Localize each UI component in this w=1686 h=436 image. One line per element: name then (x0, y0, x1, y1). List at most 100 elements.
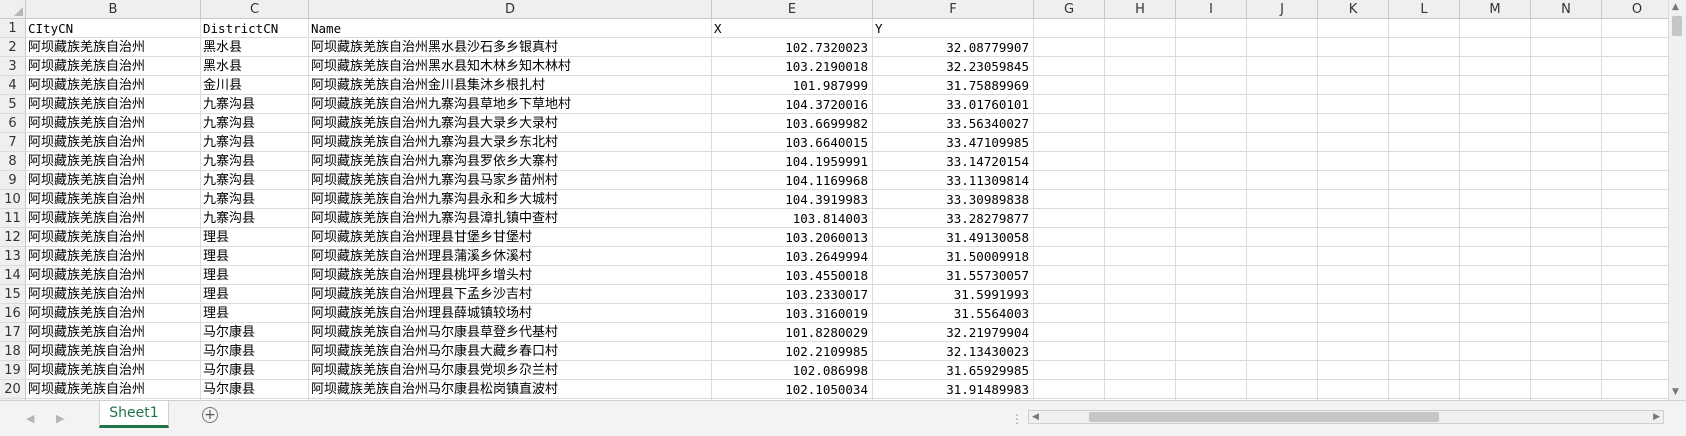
empty-cell[interactable] (1460, 171, 1531, 190)
empty-cell[interactable] (1318, 152, 1389, 171)
name-cell[interactable]: 阿坝藏族羌族自治州九寨沟县草地乡下草地村 (309, 95, 712, 114)
empty-cell[interactable] (1389, 19, 1460, 38)
empty-cell[interactable] (1318, 76, 1389, 95)
y-cell[interactable]: 31.55730057 (873, 266, 1034, 285)
empty-cell[interactable] (1602, 247, 1668, 266)
empty-cell[interactable] (1176, 304, 1247, 323)
row-header[interactable]: 5 (0, 95, 26, 114)
empty-cell[interactable] (1531, 133, 1602, 152)
row-header[interactable]: 10 (0, 190, 26, 209)
x-cell[interactable]: 102.086998 (712, 361, 873, 380)
empty-cell[interactable] (1389, 133, 1460, 152)
name-cell[interactable]: 阿坝藏族羌族自治州九寨沟县漳扎镇中查村 (309, 209, 712, 228)
empty-cell[interactable] (1318, 266, 1389, 285)
empty-cell[interactable] (1034, 266, 1105, 285)
name-cell[interactable]: 阿坝藏族羌族自治州理县甘堡乡甘堡村 (309, 228, 712, 247)
empty-cell[interactable] (1389, 209, 1460, 228)
x-cell[interactable]: 103.6640015 (712, 133, 873, 152)
district-cell[interactable]: 马尔康县 (201, 323, 309, 342)
x-cell[interactable]: 103.3160019 (712, 304, 873, 323)
empty-cell[interactable] (1034, 342, 1105, 361)
empty-cell[interactable] (1318, 57, 1389, 76)
y-cell[interactable]: 33.14720154 (873, 152, 1034, 171)
empty-cell[interactable] (1602, 228, 1668, 247)
empty-cell[interactable] (1531, 19, 1602, 38)
empty-cell[interactable] (1247, 19, 1318, 38)
empty-cell[interactable] (1602, 38, 1668, 57)
empty-cell[interactable] (1318, 209, 1389, 228)
scroll-right-icon[interactable]: ▶ (1653, 411, 1660, 423)
empty-cell[interactable] (1318, 133, 1389, 152)
empty-cell[interactable] (1602, 19, 1668, 38)
empty-cell[interactable] (1105, 380, 1176, 399)
x-cell[interactable]: 104.1959991 (712, 152, 873, 171)
city-cell[interactable]: 阿坝藏族羌族自治州 (26, 152, 201, 171)
empty-cell[interactable] (1318, 304, 1389, 323)
empty-cell[interactable] (1176, 285, 1247, 304)
empty-cell[interactable] (1105, 171, 1176, 190)
empty-cell[interactable] (1389, 152, 1460, 171)
header-cell[interactable]: CItyCN (26, 19, 201, 38)
y-cell[interactable]: 33.28279877 (873, 209, 1034, 228)
x-cell[interactable]: 104.3919983 (712, 190, 873, 209)
empty-cell[interactable] (1105, 114, 1176, 133)
empty-cell[interactable] (1531, 380, 1602, 399)
district-cell[interactable]: 理县 (201, 228, 309, 247)
name-cell[interactable]: 阿坝藏族羌族自治州金川县集沐乡根扎村 (309, 76, 712, 95)
tab-split-handle-icon[interactable]: ⋮ (1011, 412, 1023, 426)
column-header-h[interactable]: H (1105, 0, 1176, 19)
row-header[interactable]: 17 (0, 323, 26, 342)
district-cell[interactable]: 九寨沟县 (201, 171, 309, 190)
empty-cell[interactable] (1318, 171, 1389, 190)
city-cell[interactable]: 阿坝藏族羌族自治州 (26, 209, 201, 228)
x-cell[interactable]: 103.2190018 (712, 57, 873, 76)
column-header-k[interactable]: K (1318, 0, 1389, 19)
empty-cell[interactable] (1034, 95, 1105, 114)
district-cell[interactable]: 黑水县 (201, 57, 309, 76)
header-cell[interactable]: Y (873, 19, 1034, 38)
empty-cell[interactable] (1460, 342, 1531, 361)
empty-cell[interactable] (1531, 57, 1602, 76)
empty-cell[interactable] (1460, 114, 1531, 133)
y-cell[interactable]: 33.01760101 (873, 95, 1034, 114)
empty-cell[interactable] (1105, 247, 1176, 266)
empty-cell[interactable] (1389, 76, 1460, 95)
empty-cell[interactable] (1176, 95, 1247, 114)
empty-cell[interactable] (1531, 114, 1602, 133)
row-header[interactable]: 20 (0, 380, 26, 399)
empty-cell[interactable] (1389, 190, 1460, 209)
empty-cell[interactable] (1105, 266, 1176, 285)
y-cell[interactable]: 31.5991993 (873, 285, 1034, 304)
row-header[interactable]: 18 (0, 342, 26, 361)
empty-cell[interactable] (1531, 38, 1602, 57)
empty-cell[interactable] (1105, 304, 1176, 323)
empty-cell[interactable] (1247, 247, 1318, 266)
empty-cell[interactable] (1389, 361, 1460, 380)
name-cell[interactable]: 阿坝藏族羌族自治州九寨沟县罗依乡大寨村 (309, 152, 712, 171)
empty-cell[interactable] (1389, 304, 1460, 323)
next-sheet-icon[interactable]: ▶ (56, 412, 64, 425)
column-header-f[interactable]: F (873, 0, 1034, 19)
name-cell[interactable]: 阿坝藏族羌族自治州九寨沟县永和乡大城村 (309, 190, 712, 209)
empty-cell[interactable] (1460, 361, 1531, 380)
empty-cell[interactable] (1034, 323, 1105, 342)
empty-cell[interactable] (1318, 247, 1389, 266)
city-cell[interactable]: 阿坝藏族羌族自治州 (26, 304, 201, 323)
empty-cell[interactable] (1176, 361, 1247, 380)
empty-cell[interactable] (1389, 285, 1460, 304)
empty-cell[interactable] (1105, 285, 1176, 304)
empty-cell[interactable] (1105, 133, 1176, 152)
empty-cell[interactable] (1034, 304, 1105, 323)
empty-cell[interactable] (1318, 19, 1389, 38)
empty-cell[interactable] (1176, 57, 1247, 76)
header-cell[interactable]: DistrictCN (201, 19, 309, 38)
city-cell[interactable]: 阿坝藏族羌族自治州 (26, 38, 201, 57)
empty-cell[interactable] (1602, 323, 1668, 342)
empty-cell[interactable] (1176, 171, 1247, 190)
row-header[interactable]: 7 (0, 133, 26, 152)
empty-cell[interactable] (1176, 152, 1247, 171)
column-header-l[interactable]: L (1389, 0, 1460, 19)
name-cell[interactable]: 阿坝藏族羌族自治州九寨沟县马家乡苗州村 (309, 171, 712, 190)
empty-cell[interactable] (1602, 171, 1668, 190)
empty-cell[interactable] (1105, 19, 1176, 38)
